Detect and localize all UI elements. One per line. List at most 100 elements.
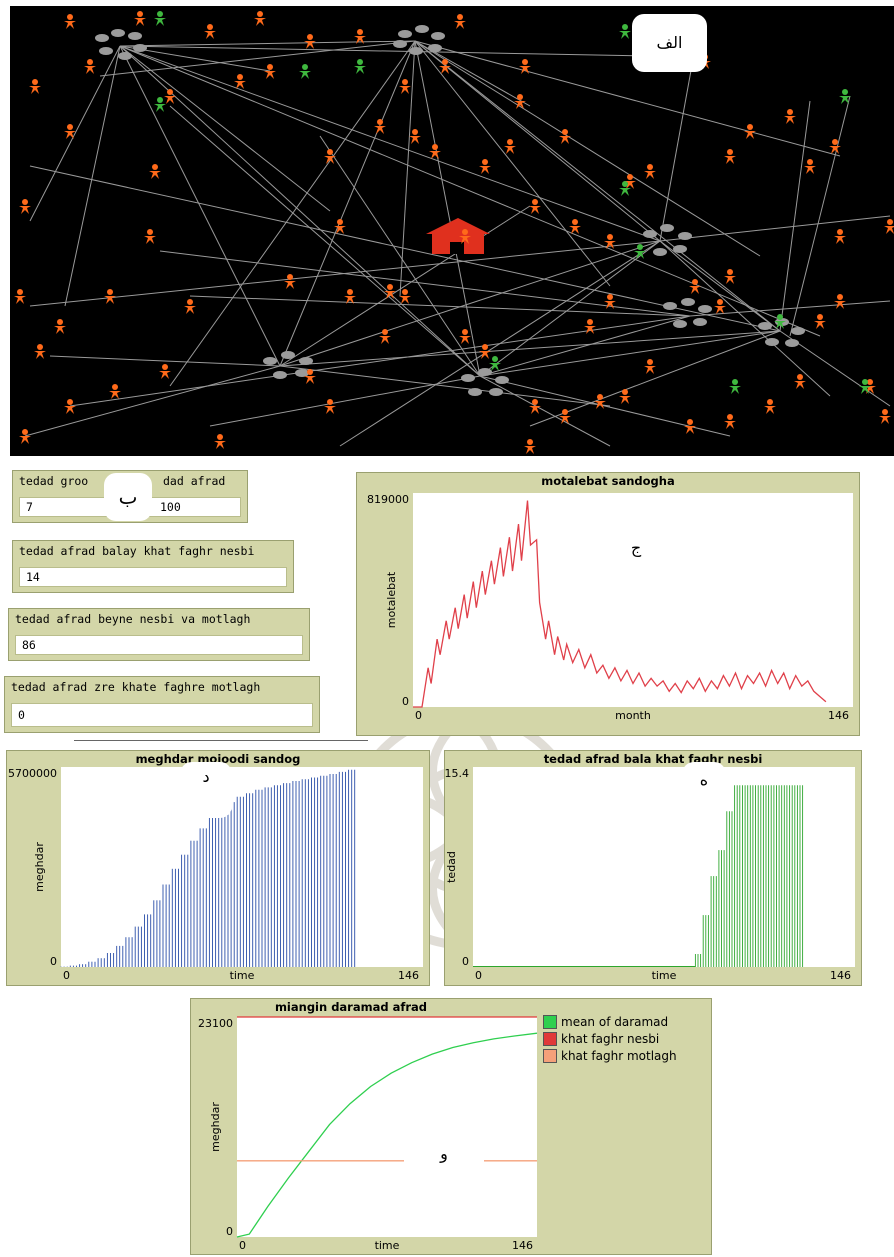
agent-head: [37, 344, 43, 350]
agent-body: [374, 126, 386, 134]
agent-body: [644, 366, 656, 374]
plot-motalebat: motalebat sandogha 819000 0 0 146 month motal…: [356, 472, 860, 736]
agent-head: [147, 229, 153, 235]
orange-agent-icon: [584, 319, 596, 334]
orange-agent-icon: [529, 399, 541, 414]
plot-miangin: miangin daramad afrad 23100 0 0 146 time megh…: [190, 998, 712, 1255]
agent-body: [834, 236, 846, 244]
agent-head: [402, 79, 408, 85]
agent-body: [254, 18, 266, 26]
agent-head: [482, 159, 488, 165]
agent-head: [217, 434, 223, 440]
agent-head: [597, 394, 603, 400]
agent-head: [112, 384, 118, 390]
agent-head: [22, 199, 28, 205]
monitor-label-tail: dad afrad: [163, 474, 226, 488]
agent-body: [744, 131, 756, 139]
agent-body: [724, 421, 736, 429]
agent-head: [607, 234, 613, 240]
agent-body: [64, 406, 76, 414]
orange-agent-icon: [159, 364, 171, 379]
orange-agent-icon: [804, 159, 816, 174]
monitor-label: tedad afrad beyne nesbi va motlagh: [15, 612, 251, 626]
agent-head: [817, 314, 823, 320]
agent-body: [399, 86, 411, 94]
orange-agent-icon: [54, 319, 66, 334]
orange-agent-icon: [374, 119, 386, 134]
plot-canvas: 819000 00 146 month motalebat: [367, 493, 853, 722]
agent-head: [882, 409, 888, 415]
agent-head: [767, 399, 773, 405]
agent-body: [529, 206, 541, 214]
agent-body: [504, 146, 516, 154]
agent-head: [687, 419, 693, 425]
agent-head: [807, 159, 813, 165]
agent-head: [637, 244, 643, 250]
y-axis-label: motalebat: [385, 571, 398, 628]
agent-head: [462, 329, 468, 335]
orange-agent-icon: [399, 289, 411, 304]
orange-agent-icon: [744, 124, 756, 139]
orange-agent-icon: [724, 149, 736, 164]
monitor-label: tedad groo: [19, 474, 89, 488]
agent-body: [409, 136, 421, 144]
x-max-label: 146: [830, 969, 851, 982]
agent-body: [164, 96, 176, 104]
agent-head: [157, 11, 163, 17]
agent-head: [152, 164, 158, 170]
agent-body: [714, 306, 726, 314]
orange-agent-icon: [29, 79, 41, 94]
agent-head: [717, 299, 723, 305]
agent-head: [67, 14, 73, 20]
agent-head: [287, 274, 293, 280]
agent-head: [347, 289, 353, 295]
green-agent-icon: [774, 314, 786, 329]
agent-body: [354, 36, 366, 44]
y-axis-label: tedad: [445, 851, 458, 883]
legend-item-relative: khat faghr nesbi: [543, 1030, 677, 1047]
agent-head: [647, 164, 653, 170]
agent-body: [264, 71, 276, 79]
agent-head: [517, 94, 523, 100]
agent-head: [777, 314, 783, 320]
agent-head: [377, 119, 383, 125]
orange-agent-icon: [304, 34, 316, 49]
green-agent-icon: [839, 89, 851, 104]
green-agent-icon: [299, 64, 311, 79]
plot-area: [237, 1017, 537, 1237]
agent-head: [237, 74, 243, 80]
agent-body: [34, 351, 46, 359]
y-min-label: 0: [462, 955, 469, 968]
agent-head: [507, 139, 513, 145]
agent-body: [159, 371, 171, 379]
label-dal: د: [180, 762, 232, 818]
orange-agent-icon: [234, 74, 246, 89]
orange-agent-icon: [684, 419, 696, 434]
agent-head: [797, 374, 803, 380]
orange-agent-icon: [429, 144, 441, 159]
agent-head: [432, 144, 438, 150]
agent-head: [302, 64, 308, 70]
agent-head: [17, 289, 23, 295]
x-min-label: 0: [475, 969, 482, 982]
agent-body: [479, 166, 491, 174]
agent-head: [167, 89, 173, 95]
orange-agent-icon: [764, 399, 776, 414]
x-max-label: 146: [512, 1239, 533, 1252]
world-view: الف: [10, 6, 894, 456]
agent-head: [67, 124, 73, 130]
agent-body: [644, 171, 656, 179]
agent-head: [522, 59, 528, 65]
orange-agent-icon: [14, 289, 26, 304]
orange-agent-icon: [134, 11, 146, 26]
legend-item-mean: mean of daramad: [543, 1013, 677, 1030]
monitor-value-text: 7: [26, 500, 33, 514]
agent-body: [14, 296, 26, 304]
legend-swatch: [543, 1014, 557, 1029]
agent-body: [619, 31, 631, 39]
orange-agent-icon: [714, 299, 726, 314]
orange-agent-icon: [879, 409, 891, 424]
agent-head: [137, 11, 143, 17]
x-min-label: 0: [63, 969, 70, 982]
agent-body: [284, 281, 296, 289]
